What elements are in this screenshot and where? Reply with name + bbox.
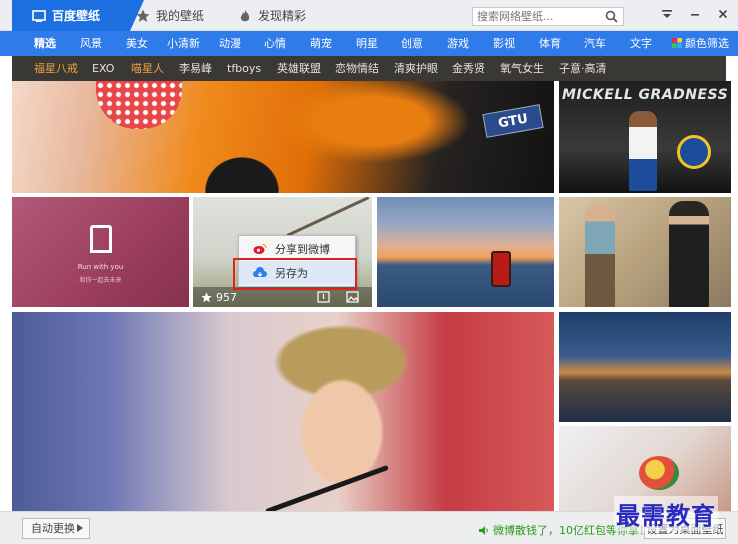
menu-item-label: 分享到微博: [275, 243, 330, 256]
category-scenery[interactable]: 风景: [80, 31, 102, 56]
category-featured[interactable]: 精选: [34, 31, 56, 56]
wallpaper-subcaption: 和你一起去未来: [79, 277, 122, 284]
team-logo: [677, 135, 711, 169]
category-text[interactable]: 文字: [630, 31, 652, 56]
tag-item[interactable]: 子意·高清: [559, 56, 607, 81]
category-fresh[interactable]: 小清新: [167, 31, 200, 56]
wallpaper-thumb-pink[interactable]: Run with you 和你一起去未来: [12, 197, 189, 307]
minimize-icon[interactable]: [688, 8, 702, 22]
app-logo: [90, 225, 112, 253]
tab-label: 百度壁纸: [52, 9, 101, 23]
car-plate: GTU: [482, 104, 544, 138]
tab-discover[interactable]: 发现精彩: [238, 0, 306, 31]
basketball-player-figure: [629, 111, 657, 191]
set-wallpaper-icon[interactable]: [346, 291, 359, 303]
wallpaper-thumb-sunset[interactable]: [377, 197, 554, 307]
tag-item[interactable]: tfboys: [227, 56, 261, 81]
tag-item[interactable]: EXO: [92, 56, 114, 81]
close-icon[interactable]: [716, 8, 730, 22]
headset-mic-figure: [265, 464, 389, 511]
auto-change-label: 自动更换: [31, 522, 75, 535]
category-creative[interactable]: 创意: [401, 31, 423, 56]
highlight-box: [233, 258, 357, 290]
wallpaper-thumb-city-night[interactable]: [559, 312, 731, 422]
search-icon[interactable]: [605, 10, 618, 23]
branch-figure: [286, 197, 370, 237]
download-icon[interactable]: [317, 291, 330, 303]
title-bar: 百度壁纸 我的壁纸 发现精彩: [0, 0, 738, 31]
star-icon: [136, 9, 150, 22]
wallpaper-caption: Run with you: [77, 263, 124, 271]
category-sports[interactable]: 体育: [539, 31, 561, 56]
category-beauty[interactable]: 美女: [126, 31, 148, 56]
lantern-figure: [491, 251, 511, 287]
speaker-icon: [479, 525, 488, 535]
auto-change-button[interactable]: 自动更换: [22, 518, 90, 539]
color-grid-icon: [672, 38, 682, 48]
tab-label: 发现精彩: [258, 9, 307, 23]
flame-icon: [240, 9, 250, 21]
weibo-icon: [253, 243, 267, 254]
wallpaper-thumb-basketball[interactable]: MICKELL GRADNESS: [559, 81, 731, 193]
wallpaper-caption: MICKELL GRADNESS: [562, 87, 729, 103]
search-input[interactable]: [473, 8, 601, 25]
tab-my-wallpaper[interactable]: 我的壁纸: [136, 0, 204, 31]
tag-item[interactable]: 氧气女生: [500, 56, 544, 81]
tag-item[interactable]: 清爽护眼: [394, 56, 438, 81]
category-stars[interactable]: 明星: [356, 31, 378, 56]
category-movies[interactable]: 影视: [493, 31, 515, 56]
tag-item[interactable]: 福星八戒: [34, 56, 78, 81]
category-games[interactable]: 游戏: [447, 31, 469, 56]
category-anime[interactable]: 动漫: [219, 31, 241, 56]
wallpaper-thumb-car[interactable]: GTU: [12, 81, 554, 193]
thumb-toolbar: 957: [193, 287, 372, 307]
likes-count[interactable]: 957: [201, 291, 237, 304]
star-icon: [201, 292, 212, 303]
category-bar: 精选 风景 美女 小清新 动漫 心情 萌宠 明星 创意 游戏 影视 体育 汽车 …: [0, 31, 738, 56]
tab-baidu-wallpaper[interactable]: 百度壁纸: [12, 0, 144, 31]
category-mood[interactable]: 心情: [264, 31, 286, 56]
tag-item[interactable]: 恋物情结: [335, 56, 379, 81]
tag-item[interactable]: 金秀贤: [452, 56, 485, 81]
category-cars[interactable]: 汽车: [584, 31, 606, 56]
category-pets[interactable]: 萌宠: [310, 31, 332, 56]
tag-item[interactable]: 李易峰: [179, 56, 212, 81]
person-figure: [585, 205, 615, 307]
wallpaper-thumb-couple[interactable]: [559, 197, 731, 307]
category-color-filter[interactable]: 颜色筛选: [672, 31, 729, 56]
tag-bar: 福星八戒 EXO 喵星人 李易峰 tfboys 英雄联盟 恋物情结 清爽护眼 金…: [12, 56, 726, 81]
polka-dress-figure: [96, 81, 182, 129]
play-icon: [77, 524, 83, 532]
menu-icon[interactable]: [660, 8, 674, 22]
tab-label: 我的壁纸: [156, 9, 205, 23]
person-figure: [669, 201, 709, 307]
color-filter-label: 颜色筛选: [685, 37, 729, 50]
search-box: [472, 7, 624, 26]
watermark-logo: 最需教育: [614, 496, 718, 531]
wallpaper-thumb-singer[interactable]: [12, 312, 554, 511]
bouquet-figure: [639, 456, 679, 490]
likes-value: 957: [216, 291, 237, 304]
tag-item[interactable]: 英雄联盟: [277, 56, 321, 81]
wallpaper-icon: [32, 9, 46, 22]
tag-item[interactable]: 喵星人: [131, 56, 164, 81]
